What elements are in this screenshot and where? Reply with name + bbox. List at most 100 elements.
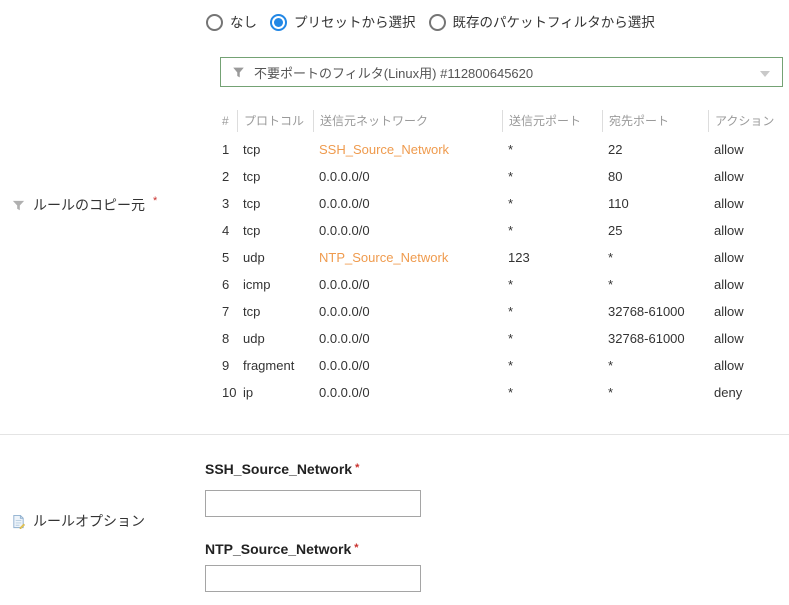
cell-protocol: tcp xyxy=(237,196,313,211)
cell-action: allow xyxy=(708,169,783,184)
required-mark: * xyxy=(153,195,157,207)
rule-options-label: ルールオプション xyxy=(10,511,145,531)
cell-num: 2 xyxy=(220,169,237,184)
radio-option-existing-filter[interactable]: 既存のパケットフィルタから選択 xyxy=(429,14,655,31)
cell-source-network: 0.0.0.0/0 xyxy=(313,304,502,319)
cell-source-port: * xyxy=(502,331,602,346)
document-edit-icon xyxy=(10,513,26,529)
cell-source-port: * xyxy=(502,196,602,211)
cell-num: 9 xyxy=(220,358,237,373)
column-header-source-port: 送信元ポート xyxy=(502,110,602,132)
section-divider xyxy=(0,434,789,435)
rule-table-body: 1 tcp SSH_Source_Network * 22 allow 2 tc… xyxy=(220,136,783,406)
cell-source-network: 0.0.0.0/0 xyxy=(313,358,502,373)
cell-num: 3 xyxy=(220,196,237,211)
cell-num: 6 xyxy=(220,277,237,292)
field-label-text: SSH_Source_Network xyxy=(205,461,352,477)
cell-protocol: icmp xyxy=(237,277,313,292)
radio-icon xyxy=(206,14,223,31)
required-mark: * xyxy=(354,542,358,554)
table-row: 4 tcp 0.0.0.0/0 * 25 allow xyxy=(220,217,783,244)
cell-action: allow xyxy=(708,223,783,238)
cell-action: allow xyxy=(708,358,783,373)
radio-icon xyxy=(429,14,446,31)
cell-action: allow xyxy=(708,331,783,346)
column-header-action: アクション xyxy=(708,110,783,132)
cell-num: 5 xyxy=(220,250,237,265)
cell-dest-port: * xyxy=(602,358,708,373)
chevron-down-icon xyxy=(760,71,770,77)
cell-source-port: * xyxy=(502,358,602,373)
table-row: 1 tcp SSH_Source_Network * 22 allow xyxy=(220,136,783,163)
cell-num: 1 xyxy=(220,142,237,157)
radio-icon xyxy=(270,14,287,31)
cell-action: deny xyxy=(708,385,783,400)
ssh-source-network-label: SSH_Source_Network* xyxy=(205,461,359,477)
cell-source-network: 0.0.0.0/0 xyxy=(313,169,502,184)
ntp-source-network-input[interactable] xyxy=(205,565,421,592)
packet-filter-form: なし プリセットから選択 既存のパケットフィルタから選択 不要ポートのフィルタ(… xyxy=(0,0,789,605)
preset-filter-select[interactable]: 不要ポートのフィルタ(Linux用) #112800645620 xyxy=(220,57,783,87)
radio-option-preset[interactable]: プリセットから選択 xyxy=(270,14,416,31)
rule-table: # プロトコル 送信元ネットワーク 送信元ポート 宛先ポート アクション 1 t… xyxy=(220,106,783,406)
preset-filter-select-value: 不要ポートのフィルタ(Linux用) #112800645620 xyxy=(254,63,533,82)
copy-source-label: ルールのコピー元 * xyxy=(10,195,157,215)
cell-dest-port: 110 xyxy=(602,196,708,211)
column-header-source-network: 送信元ネットワーク xyxy=(313,110,502,132)
radio-option-label: プリセットから選択 xyxy=(294,14,416,31)
table-row: 7 tcp 0.0.0.0/0 * 32768-61000 allow xyxy=(220,298,783,325)
cell-action: allow xyxy=(708,196,783,211)
cell-action: allow xyxy=(708,142,783,157)
ntp-source-network-label: NTP_Source_Network* xyxy=(205,541,359,557)
cell-source-port: * xyxy=(502,304,602,319)
table-row: 3 tcp 0.0.0.0/0 * 110 allow xyxy=(220,190,783,217)
field-label-text: NTP_Source_Network xyxy=(205,541,351,557)
cell-source-port: * xyxy=(502,142,602,157)
column-header-dest-port: 宛先ポート xyxy=(602,110,708,132)
cell-protocol: fragment xyxy=(237,358,313,373)
table-row: 8 udp 0.0.0.0/0 * 32768-61000 allow xyxy=(220,325,783,352)
cell-num: 7 xyxy=(220,304,237,319)
cell-protocol: udp xyxy=(237,331,313,346)
cell-protocol: tcp xyxy=(237,223,313,238)
table-row: 5 udp NTP_Source_Network 123 * allow xyxy=(220,244,783,271)
table-row: 10 ip 0.0.0.0/0 * * deny xyxy=(220,379,783,406)
cell-dest-port: 32768-61000 xyxy=(602,331,708,346)
rule-table-header: # プロトコル 送信元ネットワーク 送信元ポート 宛先ポート アクション xyxy=(220,106,783,136)
cell-protocol: ip xyxy=(237,385,313,400)
cell-source-port: * xyxy=(502,385,602,400)
radio-option-label: 既存のパケットフィルタから選択 xyxy=(453,14,655,31)
cell-num: 10 xyxy=(220,385,237,400)
cell-source-network: 0.0.0.0/0 xyxy=(313,385,502,400)
cell-protocol: tcp xyxy=(237,142,313,157)
cell-source-port: * xyxy=(502,277,602,292)
cell-source-network: NTP_Source_Network xyxy=(313,250,502,265)
cell-dest-port: 25 xyxy=(602,223,708,238)
cell-num: 4 xyxy=(220,223,237,238)
cell-dest-port: * xyxy=(602,250,708,265)
filter-icon xyxy=(230,64,246,80)
cell-source-network: SSH_Source_Network xyxy=(313,142,502,157)
cell-dest-port: 22 xyxy=(602,142,708,157)
packet-filter-icon xyxy=(10,197,26,213)
cell-action: allow xyxy=(708,304,783,319)
cell-dest-port: 32768-61000 xyxy=(602,304,708,319)
radio-option-none[interactable]: なし xyxy=(206,14,257,31)
rule-options-label-text: ルールオプション xyxy=(33,511,145,531)
cell-num: 8 xyxy=(220,331,237,346)
column-header-num: # xyxy=(220,110,237,132)
rule-source-radio-group: なし プリセットから選択 既存のパケットフィルタから選択 xyxy=(206,14,655,31)
cell-source-port: 123 xyxy=(502,250,602,265)
cell-protocol: tcp xyxy=(237,304,313,319)
ssh-source-network-input[interactable] xyxy=(205,490,421,517)
table-row: 9 fragment 0.0.0.0/0 * * allow xyxy=(220,352,783,379)
required-mark: * xyxy=(355,462,359,474)
cell-action: allow xyxy=(708,277,783,292)
table-row: 2 tcp 0.0.0.0/0 * 80 allow xyxy=(220,163,783,190)
column-header-protocol: プロトコル xyxy=(237,110,313,132)
radio-option-label: なし xyxy=(230,14,257,31)
cell-source-port: * xyxy=(502,223,602,238)
cell-source-network: 0.0.0.0/0 xyxy=(313,331,502,346)
cell-source-network: 0.0.0.0/0 xyxy=(313,277,502,292)
cell-dest-port: * xyxy=(602,385,708,400)
